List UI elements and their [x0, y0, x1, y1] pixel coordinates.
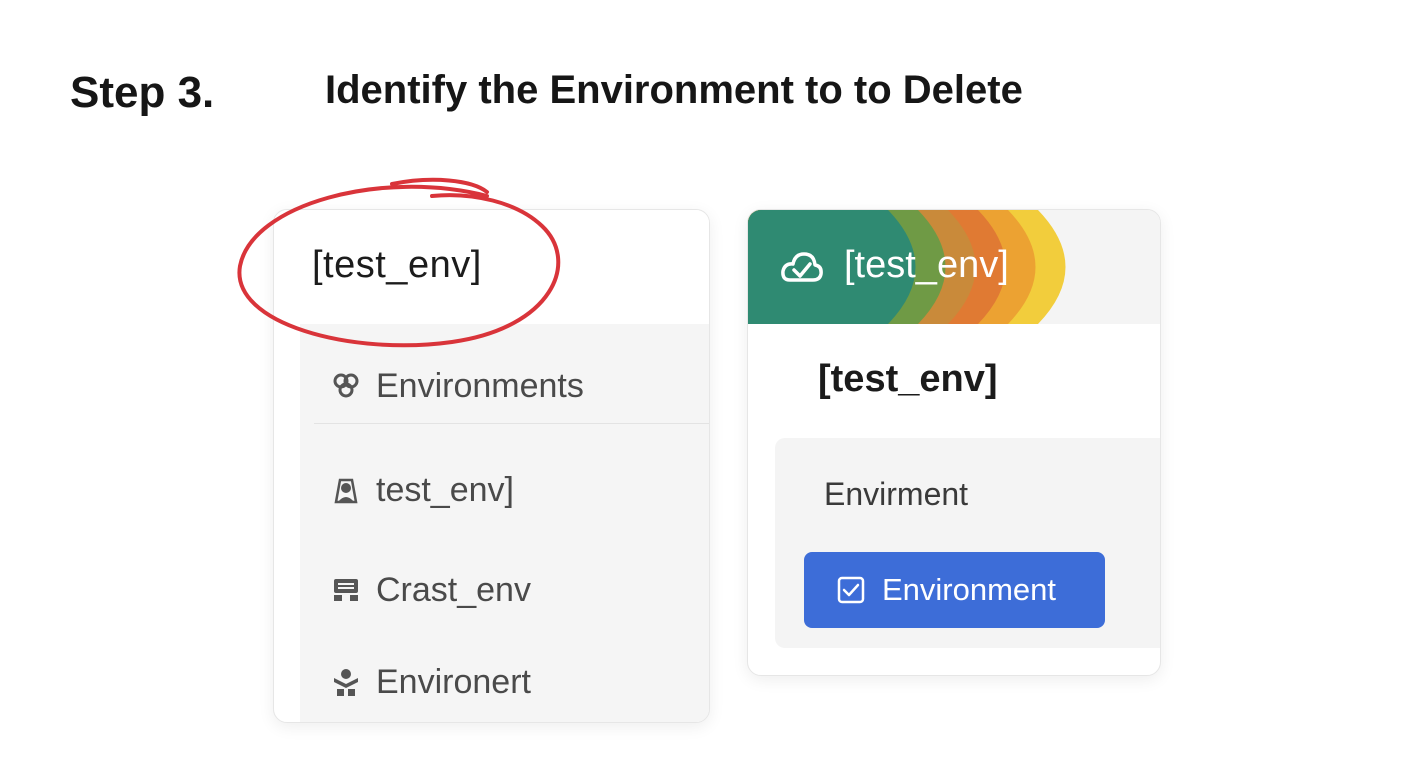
checkbox-icon: [837, 576, 865, 604]
banner-environment-label: [test_env]: [844, 244, 1009, 286]
list-item-label: test_env]: [376, 470, 514, 509]
environment-list: Environments test_env] Crast_env Environ…: [300, 324, 709, 722]
environment-detail-panel: [test_env] [test_env] Envirment Environm…: [747, 209, 1161, 676]
step-title: Identify the Environment to to Delete: [325, 68, 1023, 112]
list-item-environert[interactable]: Environert: [300, 642, 709, 722]
section-label: Envirment: [824, 476, 969, 512]
environment-select-button[interactable]: Environment: [804, 552, 1105, 628]
list-item-label: Environments: [376, 366, 584, 405]
list-divider: [314, 423, 709, 424]
selected-environment-label: [test_env]: [312, 244, 482, 286]
list-item-environments[interactable]: Environments: [300, 346, 709, 426]
environment-title: [test_env]: [818, 358, 998, 400]
link-rings-icon: [333, 373, 359, 398]
button-label: Environment: [882, 572, 1057, 607]
environment-list-panel: [test_env] Environments test_env] Crast_…: [273, 209, 710, 723]
figure-icon: [334, 669, 358, 696]
selected-environment-header[interactable]: [test_env]: [274, 210, 709, 324]
server-icon: [334, 579, 358, 601]
list-item-label: Crast_env: [376, 570, 531, 609]
list-item-test-env[interactable]: test_env]: [300, 450, 709, 530]
cloud-check-icon: [781, 252, 823, 282]
environment-section: Envirment Environment: [775, 438, 1160, 648]
list-item-crast-env[interactable]: Crast_env: [300, 550, 709, 630]
user-icon: [334, 478, 358, 504]
list-item-label: Environert: [376, 662, 531, 701]
step-number: Step 3.: [70, 68, 215, 117]
